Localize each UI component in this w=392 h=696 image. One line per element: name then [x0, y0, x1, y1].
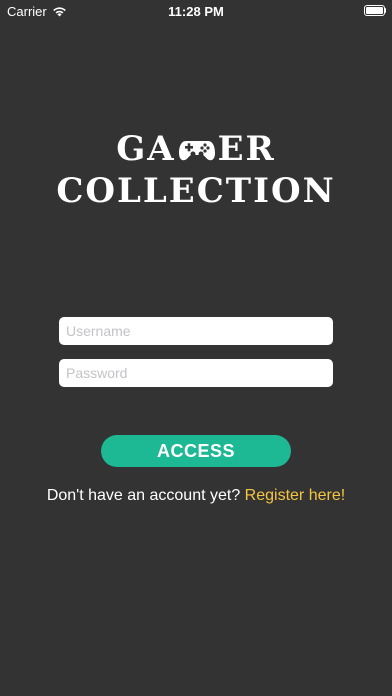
password-input[interactable] [59, 359, 333, 387]
app-logo: GA ER COLLECTION [0, 132, 392, 208]
access-button[interactable]: ACCESS [101, 435, 291, 467]
register-prompt-line: Don't have an account yet? Register here… [0, 487, 392, 505]
battery-icon [364, 5, 386, 16]
logo-line-1: GA ER [0, 132, 392, 166]
username-input[interactable] [59, 317, 333, 345]
logo-text-part-1: GA [116, 129, 176, 169]
status-time: 11:28 PM [168, 4, 224, 19]
status-bar: Carrier 11:28 PM [0, 0, 392, 22]
gamepad-icon [178, 141, 215, 161]
logo-line-2: COLLECTION [56, 171, 336, 211]
logo-text-part-2: ER [217, 129, 276, 169]
register-prompt-text: Don't have an account yet? [46, 487, 241, 504]
register-link[interactable]: Register here! [245, 487, 346, 504]
